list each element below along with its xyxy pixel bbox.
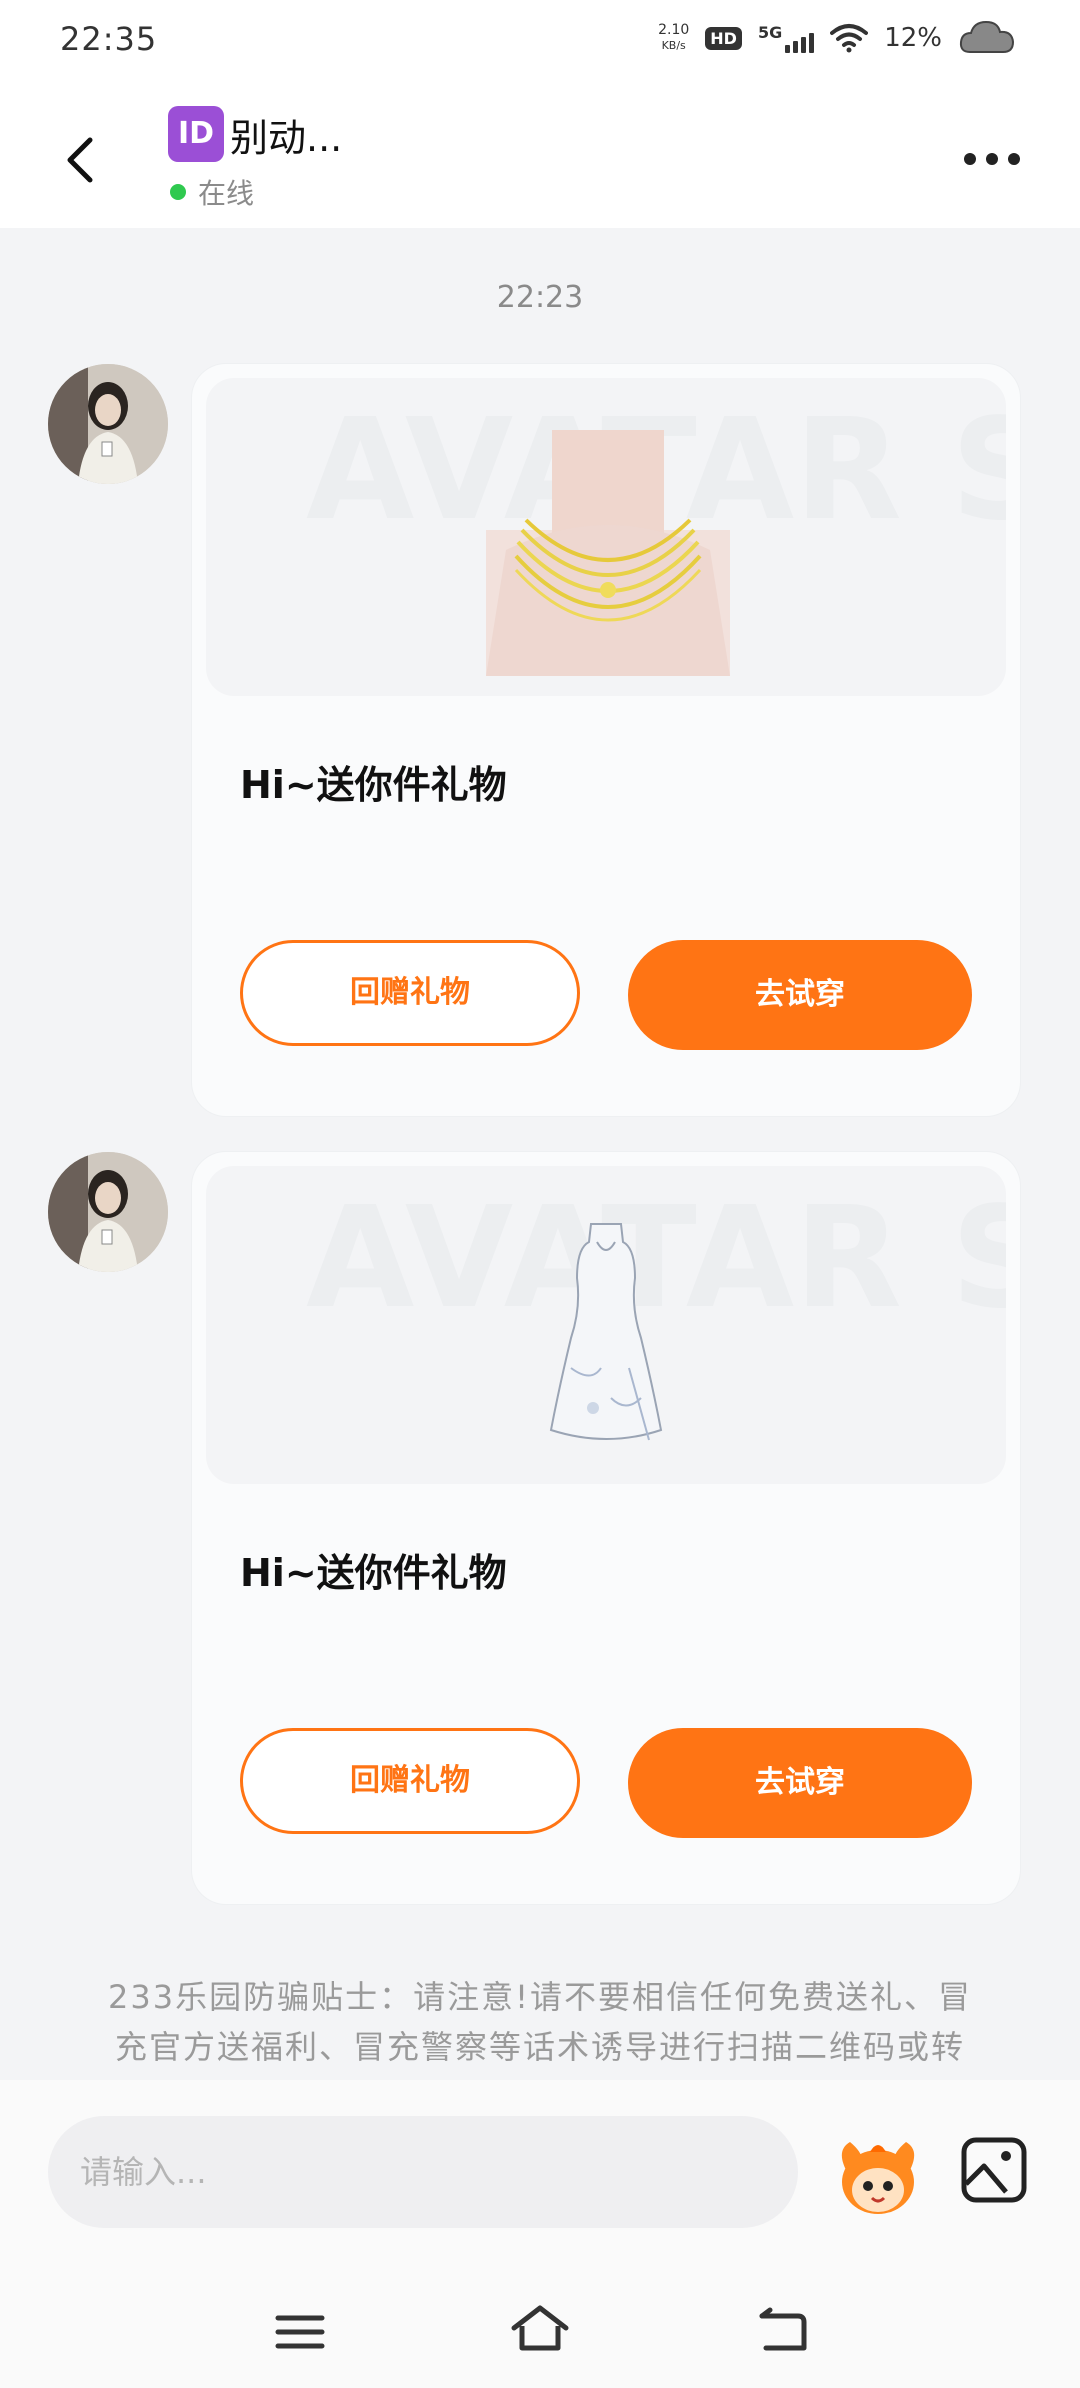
sender-avatar[interactable] <box>48 1152 168 1272</box>
gift-message-text: Hi~送你件礼物 <box>240 1551 507 1595</box>
qipao-dress-image <box>549 1223 663 1441</box>
battery-level: 12% <box>884 23 942 53</box>
hd-icon: HD <box>705 26 742 50</box>
necklace-image <box>486 430 730 676</box>
status-bar: 22:35 2.10 KB/s HD 5G 12% <box>0 0 1080 84</box>
chat-title: 别动... <box>230 115 343 160</box>
battery-icon <box>959 20 1015 53</box>
network-speed-unit: KB/s <box>661 39 686 52</box>
status-time: 22:35 <box>60 20 158 58</box>
return-gift-button[interactable]: 回赠礼物 <box>240 940 580 1046</box>
online-status: 在线 <box>168 172 342 212</box>
image-picker-icon[interactable] <box>958 2134 1030 2206</box>
home-icon[interactable] <box>508 2300 572 2360</box>
gift-item-preview[interactable]: AVATAR STORE <box>206 378 1006 696</box>
chat-header: ID 别动... 在线 <box>0 84 1080 228</box>
network-speed: 2.10 KB/s <box>658 22 689 54</box>
anti-fraud-notice: 233乐园防骗贴士：请注意!请不要相信任何免费送礼、冒 充官方送福利、冒充警察等… <box>90 1972 990 2080</box>
network-type: 5G <box>757 23 783 42</box>
notice-line: 账 ... 二维码诈骗形式 以及各种各样诱导你送个人隐私 照片或 <box>90 2072 990 2080</box>
notice-line: 充官方送福利、冒充警察等话术诱导进行扫描二维码或转 <box>114 2028 965 2066</box>
system-navigation-bar <box>0 2280 1080 2388</box>
back-arrow-icon[interactable] <box>56 124 106 194</box>
message-input-bar <box>0 2080 1080 2280</box>
gift-message-card: AVATAR STORE Hi~送你件礼物 回赠礼物 去试穿 <box>192 364 1020 1116</box>
id-badge-icon: ID <box>168 106 224 162</box>
signal-icon: 5G <box>757 23 815 53</box>
wifi-icon <box>830 24 869 53</box>
try-on-button[interactable]: 去试穿 <box>628 1728 972 1838</box>
message-timestamp: 22:23 <box>496 280 584 315</box>
try-on-button[interactable]: 去试穿 <box>628 940 972 1050</box>
gift-message-card: AVATAR STORE Hi~送你件礼物 回赠礼物 去试穿 <box>192 1152 1020 1904</box>
mascot-emoji-icon[interactable] <box>832 2130 924 2222</box>
chat-title-block[interactable]: ID 别动... 在线 <box>168 106 342 212</box>
menu-icon[interactable] <box>270 2302 330 2362</box>
online-dot-icon <box>170 184 186 200</box>
back-nav-icon[interactable] <box>752 2302 812 2362</box>
more-options-icon[interactable] <box>964 144 1024 174</box>
sender-avatar[interactable] <box>48 364 168 484</box>
network-speed-value: 2.10 <box>658 22 690 38</box>
notice-line: 233乐园防骗贴士：请注意!请不要相信任何免费送礼、冒 <box>108 1978 972 2016</box>
message-input[interactable] <box>48 2116 798 2228</box>
gift-message-text: Hi~送你件礼物 <box>240 763 507 807</box>
gift-item-preview[interactable]: AVATAR STORE <box>206 1166 1006 1484</box>
status-icons: 2.10 KB/s HD 5G 12% <box>658 18 1016 58</box>
return-gift-button[interactable]: 回赠礼物 <box>240 1728 580 1834</box>
online-status-text: 在线 <box>198 177 255 210</box>
